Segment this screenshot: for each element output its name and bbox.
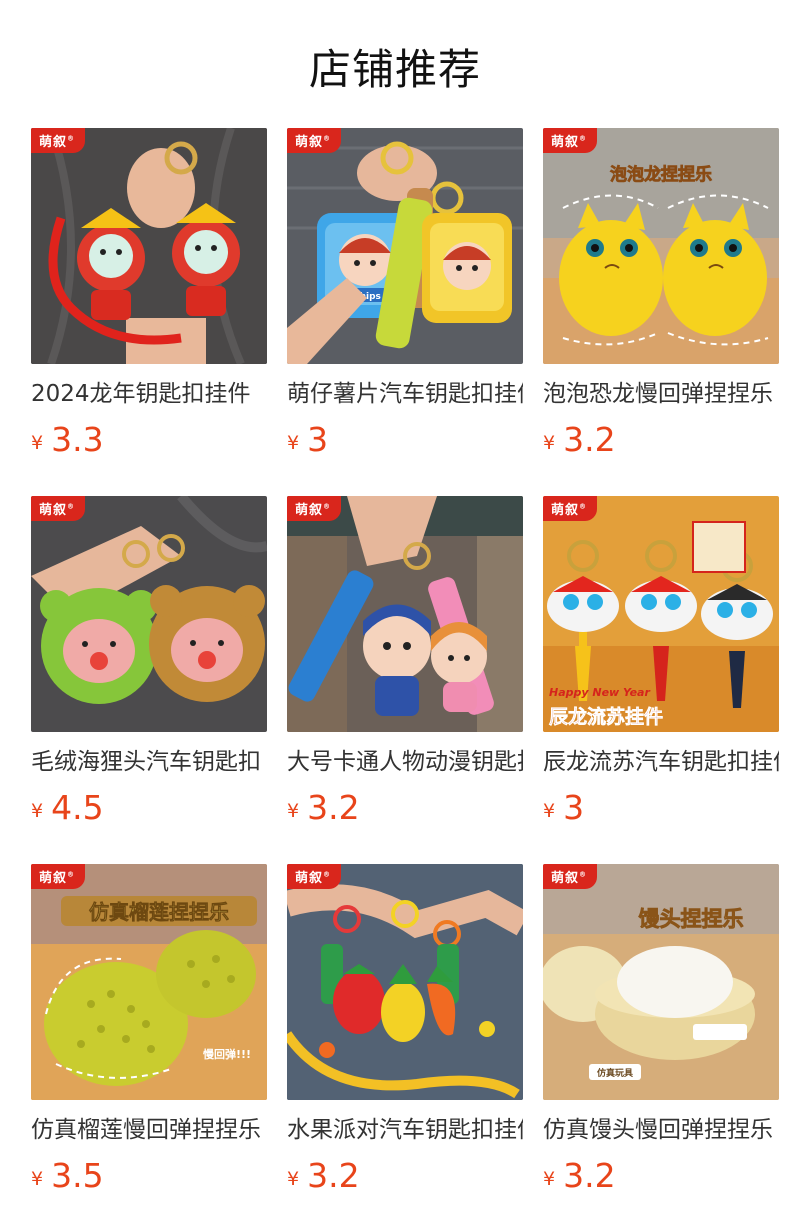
product-name[interactable]: 辰龙流苏汽车钥匙扣挂件 <box>543 746 779 778</box>
product-name[interactable]: 2024龙年钥匙扣挂件 <box>31 378 267 410</box>
price-value: 3 <box>563 788 585 827</box>
price-value: 3 <box>307 420 329 459</box>
brand-label: 萌叙 <box>551 871 580 886</box>
image-overlay-text: 馒头捏捏乐 <box>639 907 744 931</box>
product-card[interactable]: 泡泡龙捏捏乐 萌叙® 泡泡恐龙慢回弹捏捏乐 ¥3.2 <box>543 128 779 496</box>
brand-badge: 萌叙® <box>287 864 342 889</box>
product-image[interactable]: 萌叙® <box>287 496 523 732</box>
product-name[interactable]: 毛绒海狸头汽车钥匙扣 <box>31 746 267 778</box>
brand-label: 萌叙 <box>551 503 580 518</box>
currency-symbol: ¥ <box>287 432 300 454</box>
image-overlay-text: 仿真榴莲捏捏乐 <box>89 900 229 924</box>
product-price: ¥3.5 <box>31 1156 267 1196</box>
product-name[interactable]: 仿真馒头慢回弹捏捏乐 <box>543 1114 779 1146</box>
product-card[interactable]: 萌叙® 大号卡通人物动漫钥匙扣 ¥3.2 <box>287 496 523 864</box>
page-title: 店铺推荐 <box>308 45 481 94</box>
image-overlay-text: 仿真玩具 <box>597 1067 633 1079</box>
product-card[interactable]: 馒头捏捏乐 仿真玩具 萌叙® 仿真馒头慢回弹捏捏乐 ¥3.2 <box>543 864 779 1232</box>
product-price: ¥3 <box>543 788 779 828</box>
product-price: ¥3.2 <box>287 1156 523 1196</box>
product-price: ¥3.2 <box>287 788 523 828</box>
product-card[interactable]: Happy New Year 辰龙流苏挂件 萌叙® 辰龙流苏汽车钥匙扣挂件 ¥3 <box>543 496 779 864</box>
product-price: ¥3 <box>287 420 523 460</box>
product-image[interactable]: Chips 萌叙® <box>287 128 523 364</box>
product-name[interactable]: 大号卡通人物动漫钥匙扣 <box>287 746 523 778</box>
image-overlay-text: Happy New Year <box>549 686 650 699</box>
brand-badge: 萌叙® <box>31 496 86 521</box>
image-overlay-text: 慢回弹!!! <box>203 1047 251 1061</box>
price-value: 3.2 <box>563 1156 616 1195</box>
product-grid: 萌叙® 2024龙年钥匙扣挂件 ¥3.3 Chips 萌叙® 萌仔薯片汽车钥匙扣… <box>31 128 779 1232</box>
currency-symbol: ¥ <box>31 1168 44 1190</box>
price-value: 3.5 <box>51 1156 104 1195</box>
store-recommendation-page: 店铺推荐 萌叙® 2024龙年钥匙扣挂件 ¥ 3.3 Chips 萌叙® 萌仔薯… <box>0 0 790 1232</box>
product-name[interactable]: 萌仔薯片汽车钥匙扣挂件 <box>287 378 523 410</box>
product-image[interactable]: 泡泡龙捏捏乐 萌叙® <box>543 128 779 364</box>
product-image[interactable]: 萌叙® <box>31 496 267 732</box>
image-overlay-text: 辰龙流苏挂件 <box>549 705 663 728</box>
currency-symbol: ¥ <box>31 800 44 822</box>
brand-badge: 萌叙® <box>543 496 598 521</box>
currency-symbol: ¥ <box>543 1168 556 1190</box>
product-card[interactable]: Chips 萌叙® 萌仔薯片汽车钥匙扣挂件 ¥3 <box>287 128 523 496</box>
brand-label: 萌叙 <box>295 503 324 518</box>
brand-badge: 萌叙® <box>287 496 342 521</box>
currency-symbol: ¥ <box>31 432 44 454</box>
price-value: 3.2 <box>307 1156 360 1195</box>
brand-badge: 萌叙® <box>31 864 86 889</box>
brand-label: 萌叙 <box>295 871 324 886</box>
product-image[interactable]: Happy New Year 辰龙流苏挂件 萌叙® <box>543 496 779 732</box>
currency-symbol: ¥ <box>287 1168 300 1190</box>
brand-badge: 萌叙® <box>31 128 86 153</box>
product-price: ¥4.5 <box>31 788 267 828</box>
price-value: 4.5 <box>51 788 104 827</box>
product-card[interactable]: 仿真榴莲捏捏乐 慢回弹!!! 萌叙® 仿真榴莲慢回弹捏捏乐 ¥3.5 <box>31 864 267 1232</box>
price-value: 3.2 <box>563 420 616 459</box>
product-image[interactable]: 萌叙® <box>287 864 523 1100</box>
product-card[interactable]: 萌叙® 水果派对汽车钥匙扣挂件 ¥3.2 <box>287 864 523 1232</box>
product-price: ¥3.3 <box>31 420 267 460</box>
product-image[interactable]: 仿真榴莲捏捏乐 慢回弹!!! 萌叙® <box>31 864 267 1100</box>
product-image[interactable]: 萌叙® <box>31 128 267 364</box>
product-name[interactable]: 泡泡恐龙慢回弹捏捏乐 <box>543 378 779 410</box>
currency-symbol: ¥ <box>287 800 300 822</box>
brand-label: 萌叙 <box>551 135 580 150</box>
product-price: ¥3.2 <box>543 1156 779 1196</box>
currency-symbol: ¥ <box>543 800 556 822</box>
brand-badge: 萌叙® <box>543 864 598 889</box>
product-price: ¥3.2 <box>543 420 779 460</box>
product-card[interactable]: 萌叙® 2024龙年钥匙扣挂件 ¥3.3 <box>31 128 267 496</box>
product-name[interactable]: 仿真榴莲慢回弹捏捏乐 <box>31 1114 267 1146</box>
price-value: 3.2 <box>307 788 360 827</box>
brand-label: 萌叙 <box>295 135 324 150</box>
image-overlay-text: 泡泡龙捏捏乐 <box>610 164 712 185</box>
product-image[interactable]: 馒头捏捏乐 仿真玩具 萌叙® <box>543 864 779 1100</box>
brand-badge: 萌叙® <box>543 128 598 153</box>
brand-badge: 萌叙® <box>287 128 342 153</box>
product-name[interactable]: 水果派对汽车钥匙扣挂件 <box>287 1114 523 1146</box>
price-value: 3.3 <box>51 420 104 459</box>
product-card[interactable]: 萌叙® 毛绒海狸头汽车钥匙扣 ¥4.5 <box>31 496 267 864</box>
brand-label: 萌叙 <box>39 135 68 150</box>
currency-symbol: ¥ <box>543 432 556 454</box>
brand-label: 萌叙 <box>39 503 68 518</box>
brand-label: 萌叙 <box>39 871 68 886</box>
